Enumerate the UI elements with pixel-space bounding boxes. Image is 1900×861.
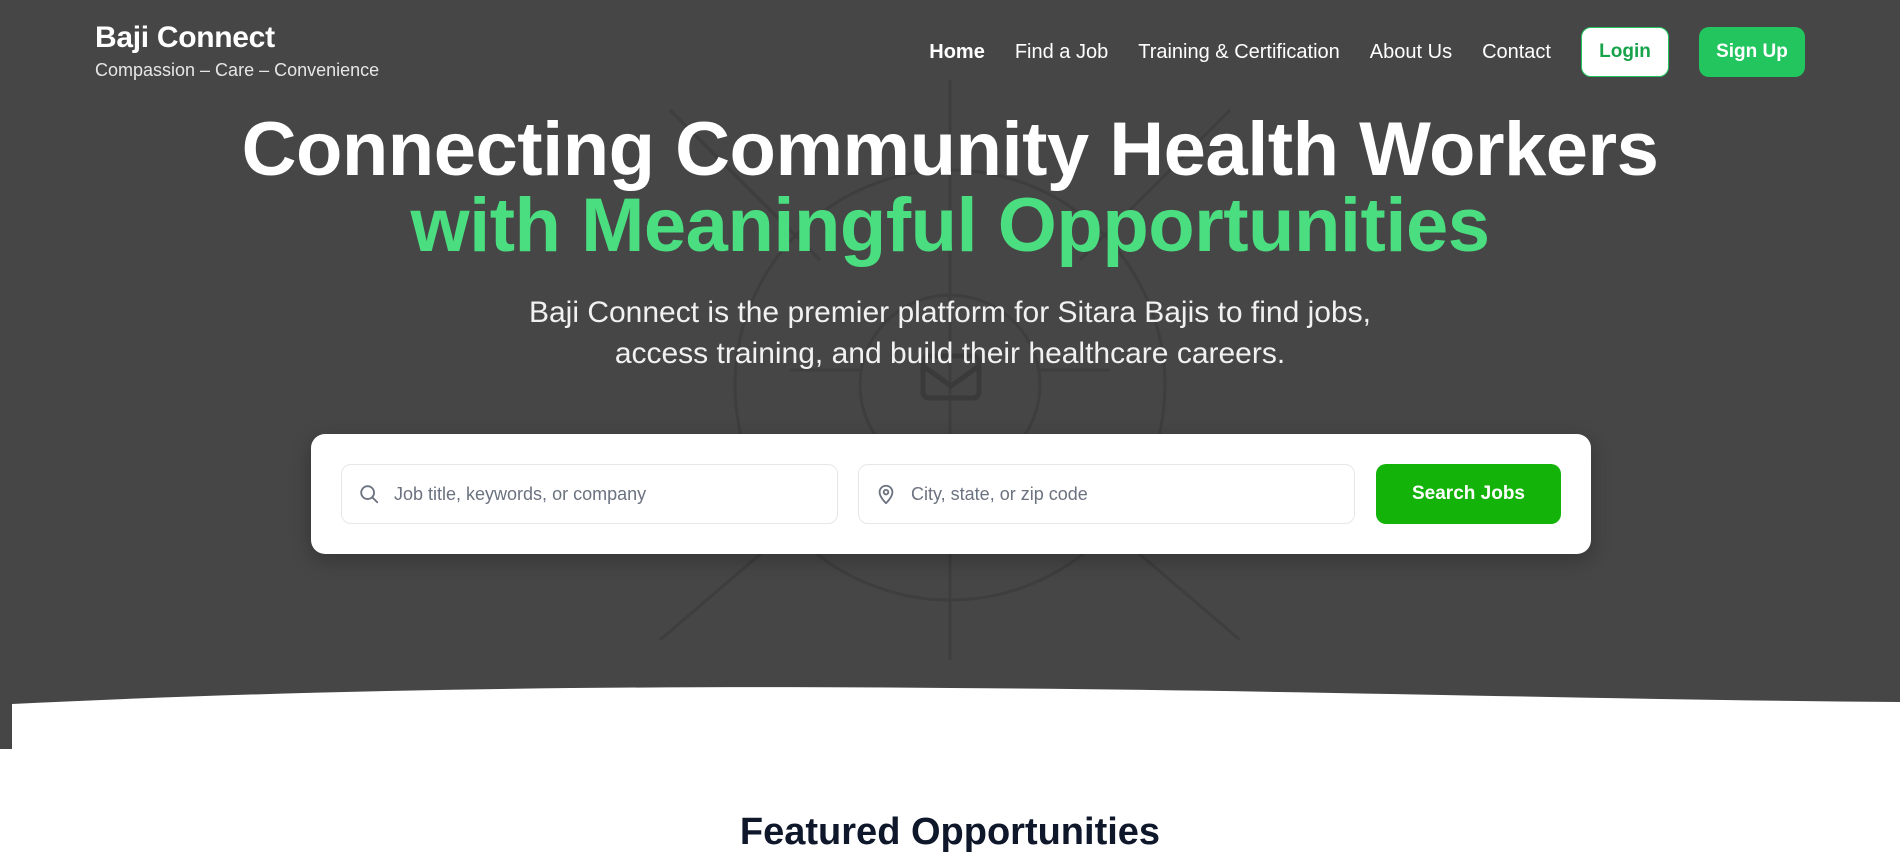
hero-headline: Connecting Community Health Workers with…	[0, 112, 1900, 264]
featured-opportunities-heading: Featured Opportunities	[739, 811, 1161, 853]
hero-subtitle-line1: Baji Connect is the premier platform for…	[528, 296, 1372, 329]
search-jobs-button[interactable]: Search Jobs	[1376, 464, 1561, 524]
nav-find-a-job[interactable]: Find a Job	[1015, 41, 1108, 64]
location-input[interactable]	[909, 482, 1329, 506]
job-search-field[interactable]	[341, 464, 838, 524]
login-button[interactable]: Login	[1581, 27, 1669, 77]
location-field[interactable]	[858, 464, 1355, 524]
nav-home[interactable]: Home	[929, 41, 985, 64]
brand-tagline: Compassion – Care – Convenience	[95, 60, 380, 80]
signup-button[interactable]: Sign Up	[1699, 27, 1805, 77]
search-icon	[356, 481, 382, 507]
map-pin-icon	[873, 481, 899, 507]
hero-section: Baji Connect Compassion – Care – Conveni…	[0, 0, 1900, 749]
job-search-card: Search Jobs	[311, 434, 1591, 554]
nav-contact[interactable]: Contact	[1482, 41, 1551, 64]
hero-headline-line1: Connecting Community Health Workers	[241, 107, 1659, 192]
hero-subtitle: Baji Connect is the premier platform for…	[450, 292, 1450, 374]
job-search-input[interactable]	[392, 482, 812, 506]
hero-headline-line2: with Meaningful Opportunities	[410, 183, 1490, 268]
nav-about-us[interactable]: About Us	[1370, 41, 1452, 64]
main-nav: Home Find a Job Training & Certification…	[899, 26, 1805, 78]
brand[interactable]: Baji Connect Compassion – Care – Conveni…	[95, 20, 379, 82]
brand-name[interactable]: Baji Connect	[95, 20, 379, 56]
nav-training-certification[interactable]: Training & Certification	[1138, 41, 1340, 64]
hero-subtitle-line2: access training, and build their healthc…	[614, 337, 1286, 370]
wave-divider	[12, 687, 1900, 761]
